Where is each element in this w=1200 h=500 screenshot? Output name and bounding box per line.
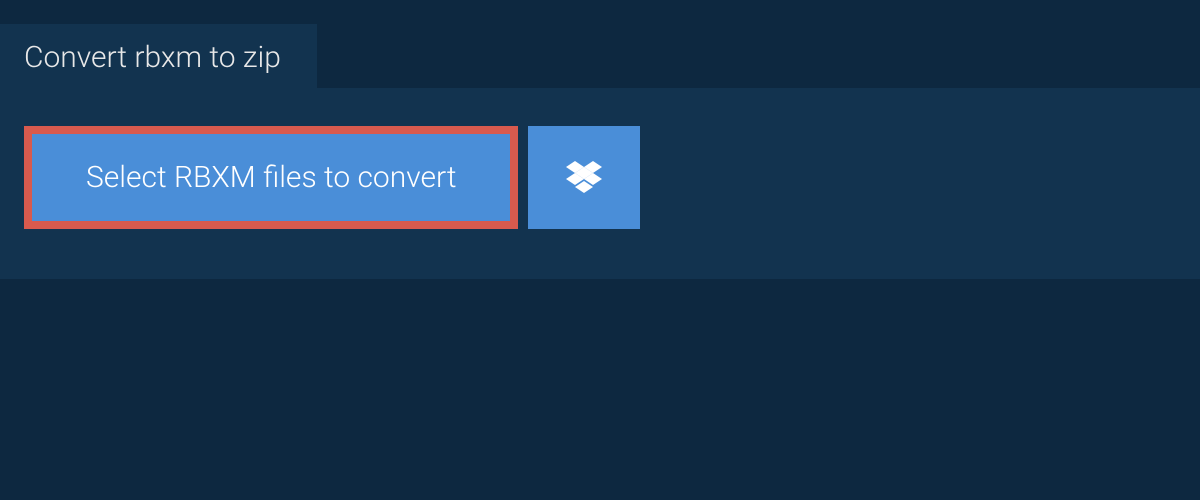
select-files-button[interactable]: Select RBXM files to convert	[24, 126, 518, 229]
dropbox-icon	[566, 161, 602, 195]
converter-panel: Select RBXM files to convert	[0, 88, 1200, 279]
tab-title: Convert rbxm to zip	[24, 40, 281, 75]
select-files-label: Select RBXM files to convert	[86, 160, 456, 195]
file-select-row: Select RBXM files to convert	[24, 126, 1176, 229]
dropbox-source-button[interactable]	[528, 126, 640, 229]
tab-convert-rbxm-zip[interactable]: Convert rbxm to zip	[0, 24, 317, 91]
